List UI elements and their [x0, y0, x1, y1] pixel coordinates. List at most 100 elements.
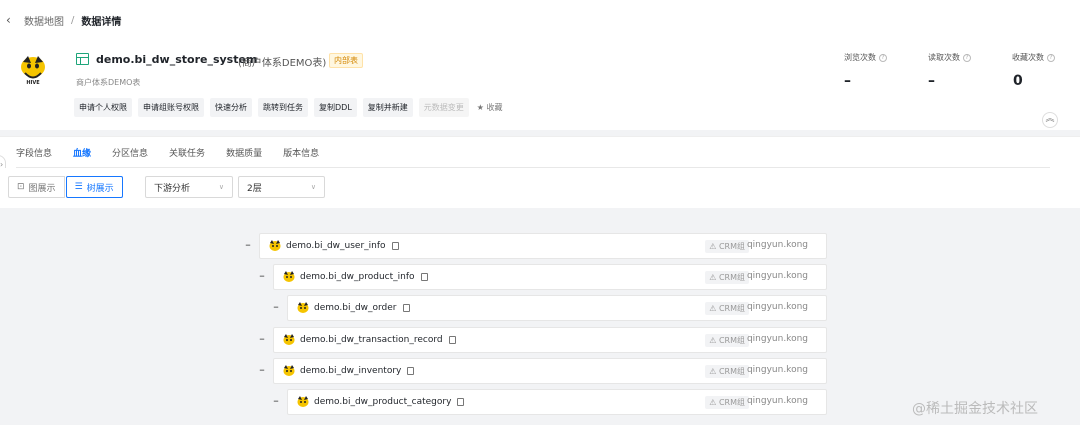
tab-bar: 字段信息 血缘 分区信息 关联任务 数据质量 版本信息	[0, 136, 1080, 169]
table-icon	[76, 53, 89, 65]
group-icon: ⚠	[709, 273, 719, 282]
group-label: CRM组	[718, 273, 745, 282]
lineage-node-owner: qingyun.kong	[746, 396, 808, 406]
document-icon[interactable]	[407, 367, 415, 375]
collapse-node-icon[interactable]: –	[257, 333, 267, 345]
group-label: CRM组	[718, 242, 745, 251]
breadcrumb: ‹ 数据地图 / 数据详情	[0, 0, 1080, 40]
tab-data-quality[interactable]: 数据质量	[226, 146, 262, 169]
group-label: CRM组	[718, 336, 745, 345]
svg-text:HIVE: HIVE	[26, 80, 40, 86]
lineage-node[interactable]: demo.bi_dw_transaction_record ⚠ CRM组 qingy…	[273, 327, 827, 353]
tree-view-label: 树展示	[86, 183, 114, 194]
lineage-node-name: demo.bi_dw_inventory	[300, 366, 402, 376]
hive-table-icon	[269, 240, 281, 251]
lineage-node-group: ⚠ CRM组	[705, 365, 749, 378]
document-icon[interactable]	[402, 304, 410, 312]
lineage-node-group: ⚠ CRM组	[705, 334, 749, 347]
group-icon: ⚠	[709, 242, 719, 251]
favorite-button[interactable]: ★ 收藏	[475, 98, 508, 117]
apply-group-permission-button[interactable]: 申请组账号权限	[138, 98, 204, 117]
lineage-toolbar: ⊡ 图展示 ☰ 树展示 下游分析 ∨ 2层 ∨	[0, 168, 1080, 208]
lineage-node-group: ⚠ CRM组	[705, 240, 749, 253]
hive-table-icon	[283, 334, 295, 345]
lineage-row: – demo.bi_dw_inventory ⚠ CRM组 qingyun.kong	[257, 358, 827, 384]
depth-select[interactable]: 2层 ∨	[238, 176, 325, 198]
lineage-node-owner: qingyun.kong	[746, 240, 808, 250]
lineage-node-name: demo.bi_dw_user_info	[286, 241, 386, 251]
copy-ddl-button[interactable]: 复制DDL	[314, 98, 357, 117]
direction-select[interactable]: 下游分析 ∨	[145, 176, 233, 198]
lineage-node[interactable]: demo.bi_dw_inventory ⚠ CRM组 qingyun.kong	[273, 358, 827, 384]
quick-analysis-button[interactable]: 快速分析	[210, 98, 252, 117]
stat-label: 浏览次数	[844, 53, 876, 62]
document-icon[interactable]	[457, 398, 465, 406]
collapse-node-icon[interactable]: –	[243, 239, 253, 251]
tree-view-button[interactable]: ☰ 树展示	[65, 176, 123, 198]
collapse-node-icon[interactable]: –	[271, 395, 281, 407]
table-description: 商户体系DEMO表	[76, 78, 141, 87]
stat-reads-label: 读取次数?	[928, 52, 971, 63]
lineage-node-owner: qingyun.kong	[746, 302, 808, 312]
watermark: @稀土掘金技术社区	[912, 401, 1038, 417]
favorite-label: 收藏	[486, 103, 503, 112]
document-icon[interactable]	[448, 336, 456, 344]
lineage-node-group: ⚠ CRM组	[705, 396, 749, 409]
collapse-node-icon[interactable]: –	[271, 301, 281, 313]
copy-and-create-button[interactable]: 复制并新建	[362, 98, 413, 117]
lineage-row: – demo.bi_dw_order ⚠ CRM组 qingyun.kong	[271, 295, 827, 321]
help-icon[interactable]: ?	[879, 53, 887, 62]
view-toggle: ⊡ 图展示 ☰ 树展示	[8, 176, 123, 198]
stat-reads-value: –	[928, 73, 935, 89]
lineage-node[interactable]: demo.bi_dw_product_category ⚠ CRM组 qingyun…	[287, 389, 827, 415]
chevron-down-icon: ∨	[218, 183, 224, 191]
star-icon: ★	[476, 103, 484, 112]
graph-view-label: 图展示	[28, 183, 56, 194]
group-label: CRM组	[718, 367, 745, 376]
stat-favorites-label: 收藏次数?	[1012, 52, 1055, 63]
tab-lineage[interactable]: 血缘	[73, 146, 92, 169]
stat-favorites-value: 0	[1013, 73, 1023, 89]
lineage-row: – demo.bi_dw_product_category ⚠ CRM组 qingyu…	[271, 389, 827, 415]
help-icon[interactable]: ?	[1047, 53, 1055, 62]
stat-label: 读取次数	[928, 53, 960, 62]
hive-table-icon	[297, 302, 309, 313]
group-icon: ⚠	[709, 304, 719, 313]
direction-select-value: 下游分析	[154, 183, 191, 194]
table-display-name: (商户体系DEMO表)	[238, 58, 327, 69]
collapse-node-icon[interactable]: –	[257, 270, 267, 282]
apply-personal-permission-button[interactable]: 申请个人权限	[74, 98, 132, 117]
lineage-node-name: demo.bi_dw_product_category	[314, 397, 452, 407]
goto-task-button[interactable]: 跳转到任务	[258, 98, 308, 117]
lineage-node[interactable]: demo.bi_dw_product_info ⚠ CRM组 qingyun.kon…	[273, 264, 827, 290]
collapse-node-icon[interactable]: –	[257, 364, 267, 376]
tab-partitions[interactable]: 分区信息	[112, 146, 148, 169]
lineage-row: – demo.bi_dw_transaction_record ⚠ CRM组 qing…	[257, 327, 827, 353]
breadcrumb-separator: /	[71, 14, 75, 26]
hive-table-icon	[283, 271, 295, 282]
metadata-change-button[interactable]: 元数据变更	[418, 98, 469, 117]
graph-view-button[interactable]: ⊡ 图展示	[8, 176, 65, 198]
group-icon: ⚠	[709, 367, 719, 376]
help-icon[interactable]: ?	[963, 53, 971, 62]
breadcrumb-parent[interactable]: 数据地图	[24, 13, 64, 28]
tab-fields[interactable]: 字段信息	[16, 146, 52, 169]
hive-table-icon	[283, 365, 295, 376]
hive-logo: HIVE	[21, 56, 45, 86]
chevron-left-icon[interactable]: ‹	[6, 13, 20, 27]
tab-related-tasks[interactable]: 关联任务	[169, 146, 205, 169]
document-icon[interactable]	[420, 273, 428, 281]
lineage-node-name: demo.bi_dw_transaction_record	[300, 335, 443, 345]
lineage-row: – demo.bi_dw_user_info ⚠ CRM组 qingyun.kong	[243, 233, 827, 259]
stat-label: 收藏次数	[1012, 53, 1044, 62]
lineage-node[interactable]: demo.bi_dw_order ⚠ CRM组 qingyun.kong	[287, 295, 827, 321]
group-label: CRM组	[718, 304, 745, 313]
table-name: demo.bi_dw_store_system	[96, 53, 258, 66]
lineage-node[interactable]: demo.bi_dw_user_info ⚠ CRM组 qingyun.kong	[259, 233, 827, 259]
collapse-up-icon[interactable]: ︽	[1042, 112, 1058, 128]
document-icon[interactable]	[391, 242, 399, 250]
lineage-node-group: ⚠ CRM组	[705, 302, 749, 315]
tab-versions[interactable]: 版本信息	[283, 146, 319, 169]
chevron-down-icon: ∨	[310, 183, 316, 191]
lineage-node-name: demo.bi_dw_order	[314, 303, 397, 313]
